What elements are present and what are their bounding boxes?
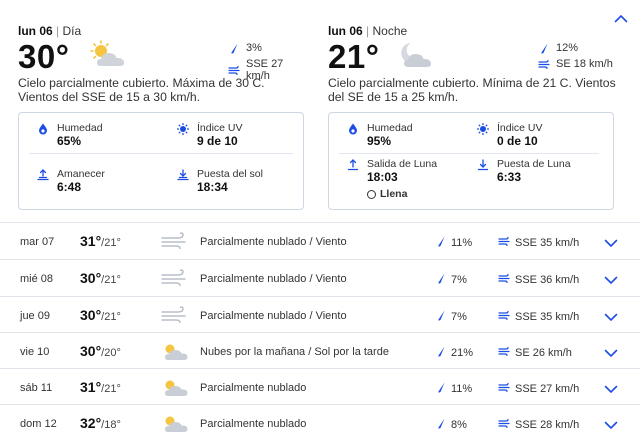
wind-icon [160, 232, 188, 255]
uv-index: Índice UV 9 de 10 [177, 122, 243, 149]
wind-icon [498, 346, 510, 359]
wind-icon [538, 59, 550, 69]
moonset: Puesta de Luna 6:33 [477, 158, 571, 185]
day-description: Cielo parcialmente cubierto. Máxima de 3… [18, 76, 265, 104]
wind-icon [498, 418, 510, 431]
sun-uv-icon [177, 123, 189, 149]
forecast-row[interactable]: mar 07 31°/21° Parcialmente nublado / Vi… [0, 222, 640, 259]
sunset-icon [177, 169, 189, 195]
day-date: lun 06 [18, 24, 53, 38]
sunrise-icon [37, 169, 49, 195]
chevron-up-icon[interactable] [614, 10, 628, 28]
humidity-drop-icon [347, 123, 359, 149]
raindrop-icon [538, 43, 550, 54]
wind-icon [498, 273, 510, 286]
forecast-row[interactable]: mié 08 30°/21° Parcialmente nublado / Vi… [0, 259, 640, 296]
wind-icon [160, 269, 188, 292]
divider [339, 153, 599, 154]
night-temperature: 21° [328, 38, 380, 75]
humidity: Humedad 95% [347, 122, 413, 149]
raindrop-icon [437, 236, 446, 250]
partly-cloudy-icon [160, 414, 190, 439]
day-details-card: Humedad 65% Índice UV 9 de 10 Amanecer 6… [18, 112, 304, 210]
wind-icon [498, 310, 510, 323]
raindrop-icon [437, 310, 446, 324]
chevron-down-icon[interactable] [604, 417, 618, 435]
day-header: lun 06 | Día [18, 24, 82, 38]
humidity: Humedad 65% [37, 122, 103, 149]
humidity-drop-icon [37, 123, 49, 149]
cloudy-night-icon [394, 40, 436, 75]
day-panel: lun 06 | Día 30° 3% SSE 27 km/h Cielo pa… [10, 0, 310, 222]
day-period: Día [62, 24, 82, 38]
raindrop-icon [437, 418, 446, 432]
divider [29, 153, 293, 154]
chevron-down-icon[interactable] [604, 235, 618, 253]
night-panel: lun 06 | Noche 21° 12% SE 18 km/h Cielo … [320, 0, 620, 222]
partly-cloudy-icon [160, 378, 190, 403]
chevron-down-icon[interactable] [604, 345, 618, 363]
moonrise: Salida de Luna 18:03 [347, 158, 437, 185]
wind-icon [228, 65, 240, 75]
forecast-row[interactable]: dom 12 32°/18° Parcialmente nublado 8% S… [0, 404, 640, 440]
wind-icon [498, 382, 510, 395]
forecast-row[interactable]: sáb 11 31°/21° Parcialmente nublado 11% … [0, 368, 640, 405]
night-description: Cielo parcialmente cubierto. Mínima de 2… [328, 76, 616, 104]
forecast-row[interactable]: jue 09 30°/21° Parcialmente nublado / Vi… [0, 296, 640, 333]
night-header: lun 06 | Noche [328, 24, 408, 38]
today-detail: lun 06 | Día 30° 3% SSE 27 km/h Cielo pa… [0, 0, 640, 222]
partly-cloudy-icon [160, 342, 190, 367]
day-precip: 3% [228, 42, 262, 54]
sunset: Puesta del sol 18:34 [177, 168, 263, 195]
night-precip: 12% [538, 42, 578, 54]
forecast-row[interactable]: vie 10 30°/20° Nubes por la mañana / Sol… [0, 332, 640, 369]
night-wind: SE 18 km/h [538, 58, 613, 70]
sunrise: Amanecer 6:48 [37, 168, 105, 195]
chevron-down-icon[interactable] [604, 381, 618, 399]
chevron-down-icon[interactable] [604, 309, 618, 327]
sun-uv-icon [477, 123, 489, 149]
chevron-down-icon[interactable] [604, 272, 618, 290]
raindrop-icon [437, 346, 446, 360]
raindrop-icon [437, 382, 446, 396]
full-moon-icon [367, 189, 376, 199]
raindrop-icon [437, 273, 446, 287]
uv-index: Índice UV 0 de 10 [477, 122, 543, 149]
moonset-icon [477, 159, 489, 185]
partly-cloudy-icon [88, 40, 130, 75]
wind-icon [160, 306, 188, 329]
moonrise-icon [347, 159, 359, 185]
night-date: lun 06 [328, 24, 363, 38]
moon-phase: Llena [367, 188, 407, 200]
night-period: Noche [372, 24, 408, 38]
wind-icon [498, 236, 510, 249]
raindrop-icon [228, 43, 240, 54]
day-temperature: 30° [18, 38, 70, 75]
night-details-card: Humedad 95% Índice UV 0 de 10 Salida de … [328, 112, 614, 210]
